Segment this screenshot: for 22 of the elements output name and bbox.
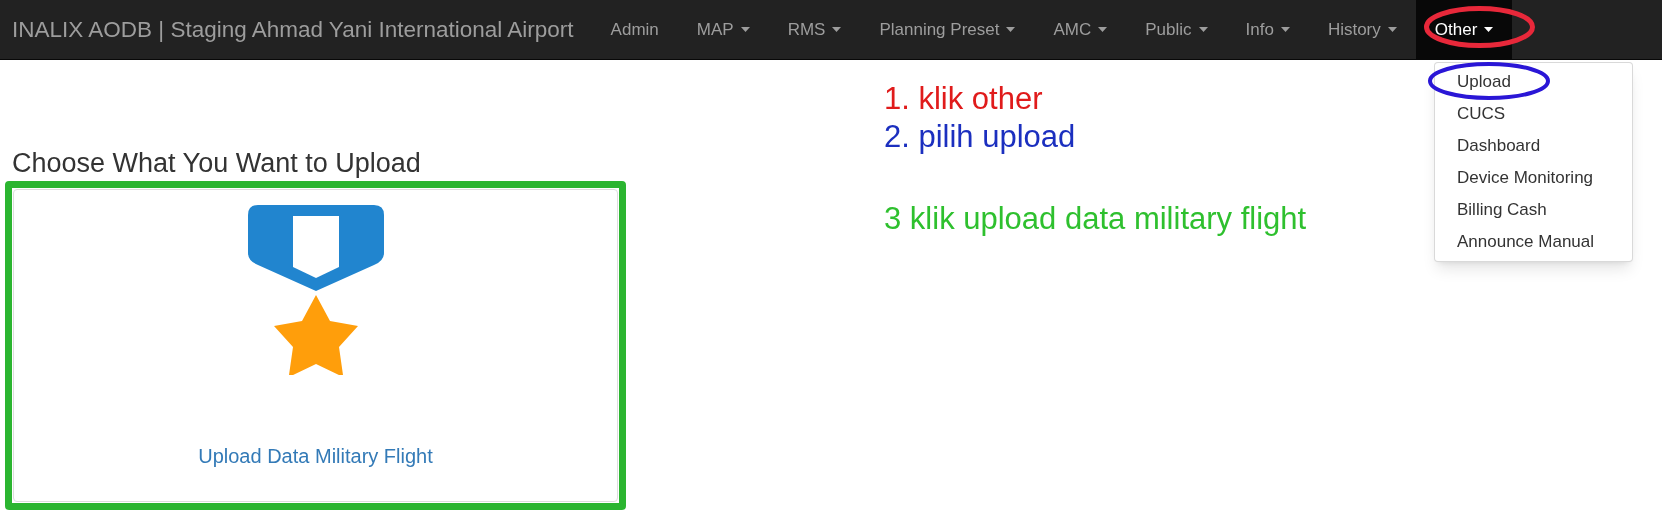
upload-link[interactable]: Upload Data Military Flight — [198, 441, 433, 471]
menu-item[interactable]: Device Monitoring — [1435, 162, 1632, 194]
menu-item[interactable]: Upload — [1435, 66, 1632, 98]
card[interactable]: Upload Data Military Flight — [13, 189, 618, 502]
medal-icon — [247, 205, 384, 375]
nav-link[interactable]: Admin — [591, 0, 678, 59]
nav-link[interactable]: AMC — [1034, 0, 1127, 59]
brand-title[interactable]: INALIX AODB | Staging Ahmad Yani International Airport — [0, 0, 592, 59]
nav-link[interactable]: RMS — [768, 0, 861, 59]
nav-link[interactable]: Info — [1226, 0, 1309, 59]
menu-item[interactable]: Billing Cash — [1435, 194, 1632, 226]
annotation-text: 2. pilih upload — [884, 118, 1076, 156]
menu-item[interactable]: Announce Manual — [1435, 226, 1632, 258]
nav-link[interactable]: Public — [1126, 0, 1227, 59]
nav-link[interactable]: MAP — [677, 0, 769, 59]
menu-item[interactable]: CUCS — [1435, 98, 1632, 130]
annotation-text: 1. klik other — [884, 80, 1043, 118]
nav-link[interactable]: Planning Preset — [860, 0, 1035, 59]
nav-link[interactable]: History — [1308, 0, 1416, 59]
page-heading: Choose What You Want to Upload — [12, 147, 421, 180]
menu-item[interactable]: Dashboard — [1435, 130, 1632, 162]
annotation-text: 3 klik upload data military flight — [884, 200, 1307, 238]
